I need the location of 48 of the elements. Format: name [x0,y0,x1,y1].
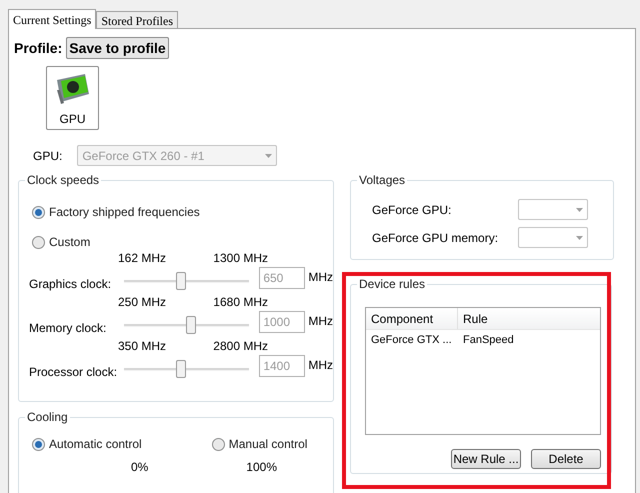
min-label: 0% [131,459,148,476]
radio-button[interactable] [32,206,45,218]
table-cell-text: FanSpeed [462,333,515,348]
caret-icon [576,208,583,212]
unit-label: MHz [308,269,333,286]
radio-button[interactable] [212,438,225,450]
table-cell-text: GeForce GTX ... [370,333,453,348]
radio-label: Custom [49,234,90,251]
table-row[interactable]: GeForce GTX ... FanSpeed [366,330,600,350]
clock-label: Memory clock: [29,320,108,337]
slider-thumb[interactable] [176,360,186,378]
max-label: 100% [246,459,277,476]
max-label: 2800 MHz [213,338,268,355]
max-label: 1680 MHz [213,294,268,311]
column-header[interactable]: Rule [458,308,600,329]
voltage-label: GeForce GPU memory: [372,230,498,246]
max-label: 1300 MHz [213,250,268,267]
unit-label: MHz [308,357,333,374]
min-label: 250 MHz [118,294,166,311]
rule-button[interactable]: Delete [531,449,601,469]
radio-label: Manual control [228,436,308,453]
device-tile[interactable]: GPU [46,66,99,130]
column-header[interactable]: Component [366,308,458,329]
gpu-label: GPU: [33,148,62,164]
slider-thumb[interactable] [176,272,186,290]
unit-label: MHz [308,313,333,330]
clock-label: Processor clock: [29,364,118,381]
caret-icon [265,154,272,158]
radio-button[interactable] [32,236,45,248]
group-title: Clock speeds [25,172,102,188]
rule-button[interactable]: New Rule ... [451,449,521,469]
radio-label: Automatic control [49,436,142,453]
voltage-label: GeForce GPU: [372,202,452,218]
clock-label: Graphics clock: [29,276,112,293]
tab[interactable]: Stored Profiles [96,11,178,28]
caret-icon [576,236,583,240]
dropdown[interactable] [518,199,588,220]
profile-label: Profile: [14,38,62,58]
save-to-profile-button[interactable]: Save to profile [66,37,169,59]
dropdown[interactable] [518,227,588,248]
radio-button[interactable] [32,438,45,450]
group-title: Cooling [25,409,70,425]
min-label: 350 MHz [118,338,166,355]
slider-thumb[interactable] [186,316,196,334]
radio-label: Factory shipped frequencies [49,204,200,221]
group-title: Voltages [357,172,408,188]
min-label: 162 MHz [118,250,166,267]
tab[interactable]: Current Settings [8,9,96,29]
